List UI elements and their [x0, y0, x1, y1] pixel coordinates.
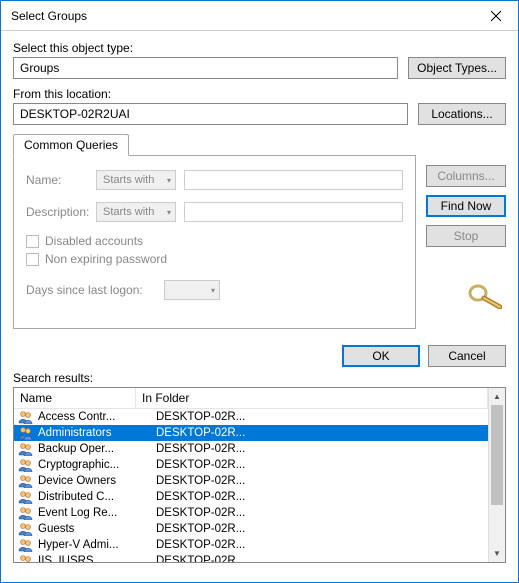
table-row[interactable]: Cryptographic...DESKTOP-02R... — [14, 457, 488, 473]
ok-button[interactable]: OK — [342, 345, 420, 367]
cell-folder: DESKTOP-02R... — [148, 427, 245, 439]
cell-name: Event Log Re... — [38, 507, 148, 519]
name-label: Name: — [26, 173, 88, 187]
group-icon — [18, 554, 34, 562]
days-since-last-logon-label: Days since last logon: — [26, 283, 156, 297]
scrollbar-thumb[interactable] — [491, 405, 503, 505]
common-queries-panel: Name: Starts with ▾ Description: Starts … — [13, 155, 416, 329]
cell-folder: DESKTOP-02R... — [148, 443, 245, 455]
object-type-label: Select this object type: — [13, 41, 506, 55]
group-icon — [18, 426, 34, 440]
dialog-content: Select this object type: Groups Object T… — [1, 31, 518, 569]
cell-name: Backup Oper... — [38, 443, 148, 455]
description-input — [184, 202, 403, 222]
columns-button[interactable]: Columns... — [426, 165, 506, 187]
cell-name: Administrators — [38, 427, 148, 439]
table-row[interactable]: Distributed C...DESKTOP-02R... — [14, 489, 488, 505]
cell-name: Cryptographic... — [38, 459, 148, 471]
non-expiring-password-label: Non expiring password — [45, 252, 167, 266]
close-button[interactable] — [473, 1, 518, 31]
cell-folder: DESKTOP-02R... — [148, 459, 245, 471]
name-mode-select: Starts with ▾ — [96, 170, 176, 190]
locations-button[interactable]: Locations... — [418, 103, 506, 125]
stop-button[interactable]: Stop — [426, 225, 506, 247]
table-row[interactable]: Hyper-V Admi...DESKTOP-02R... — [14, 537, 488, 553]
scrollbar[interactable]: ▲ ▼ — [488, 388, 505, 562]
group-icon — [18, 506, 34, 520]
cell-folder: DESKTOP-02R... — [148, 411, 245, 423]
chevron-down-icon: ▾ — [167, 208, 171, 217]
titlebar: Select Groups — [1, 1, 518, 31]
group-icon — [18, 490, 34, 504]
group-icon — [18, 538, 34, 552]
results-body: Access Contr...DESKTOP-02R...Administrat… — [14, 409, 488, 562]
table-row[interactable]: Device OwnersDESKTOP-02R... — [14, 473, 488, 489]
find-now-button[interactable]: Find Now — [426, 195, 506, 217]
close-icon — [491, 11, 501, 21]
object-types-button[interactable]: Object Types... — [408, 57, 506, 79]
cell-folder: DESKTOP-02R... — [148, 475, 245, 487]
cell-folder: DESKTOP-02R... — [148, 555, 245, 562]
table-row[interactable]: Access Contr...DESKTOP-02R... — [14, 409, 488, 425]
location-field[interactable]: DESKTOP-02R2UAI — [13, 103, 408, 125]
cell-name: Access Contr... — [38, 411, 148, 423]
table-row[interactable]: IIS_IUSRSDESKTOP-02R... — [14, 553, 488, 562]
cell-folder: DESKTOP-02R... — [148, 491, 245, 503]
table-row[interactable]: Backup Oper...DESKTOP-02R... — [14, 441, 488, 457]
disabled-accounts-label: Disabled accounts — [45, 234, 143, 248]
cell-name: Guests — [38, 523, 148, 535]
name-input — [184, 170, 403, 190]
cancel-button[interactable]: Cancel — [428, 345, 506, 367]
results-header[interactable]: Name In Folder — [14, 388, 488, 409]
tab-common-queries[interactable]: Common Queries — [13, 134, 129, 156]
days-since-last-logon-select: ▾ — [164, 280, 220, 300]
group-icon — [18, 458, 34, 472]
side-button-column: Columns... Find Now Stop — [426, 155, 506, 312]
results-list: Name In Folder Access Contr...DESKTOP-02… — [13, 387, 506, 563]
group-icon — [18, 522, 34, 536]
location-label: From this location: — [13, 87, 506, 101]
cell-name: Distributed C... — [38, 491, 148, 503]
chevron-down-icon: ▾ — [167, 176, 171, 185]
description-mode-select: Starts with ▾ — [96, 202, 176, 222]
group-icon — [18, 474, 34, 488]
window-title: Select Groups — [11, 9, 87, 23]
cell-folder: DESKTOP-02R... — [148, 507, 245, 519]
table-row[interactable]: Event Log Re...DESKTOP-02R... — [14, 505, 488, 521]
group-icon — [18, 410, 34, 424]
cell-name: IIS_IUSRS — [38, 555, 148, 562]
cell-folder: DESKTOP-02R... — [148, 539, 245, 551]
table-row[interactable]: GuestsDESKTOP-02R... — [14, 521, 488, 537]
column-header-name[interactable]: Name — [14, 388, 136, 408]
object-type-field[interactable]: Groups — [13, 57, 398, 79]
column-header-folder[interactable]: In Folder — [136, 388, 488, 408]
table-row[interactable]: AdministratorsDESKTOP-02R... — [14, 425, 488, 441]
non-expiring-password-checkbox — [26, 253, 39, 266]
disabled-accounts-checkbox — [26, 235, 39, 248]
scroll-up-icon[interactable]: ▲ — [489, 388, 505, 405]
group-icon — [18, 442, 34, 456]
search-results-label: Search results: — [13, 371, 506, 385]
scroll-down-icon[interactable]: ▼ — [489, 545, 505, 562]
search-icon — [466, 281, 506, 312]
cell-name: Device Owners — [38, 475, 148, 487]
description-label: Description: — [26, 205, 88, 219]
cell-name: Hyper-V Admi... — [38, 539, 148, 551]
cell-folder: DESKTOP-02R... — [148, 523, 245, 535]
chevron-down-icon: ▾ — [211, 286, 215, 295]
